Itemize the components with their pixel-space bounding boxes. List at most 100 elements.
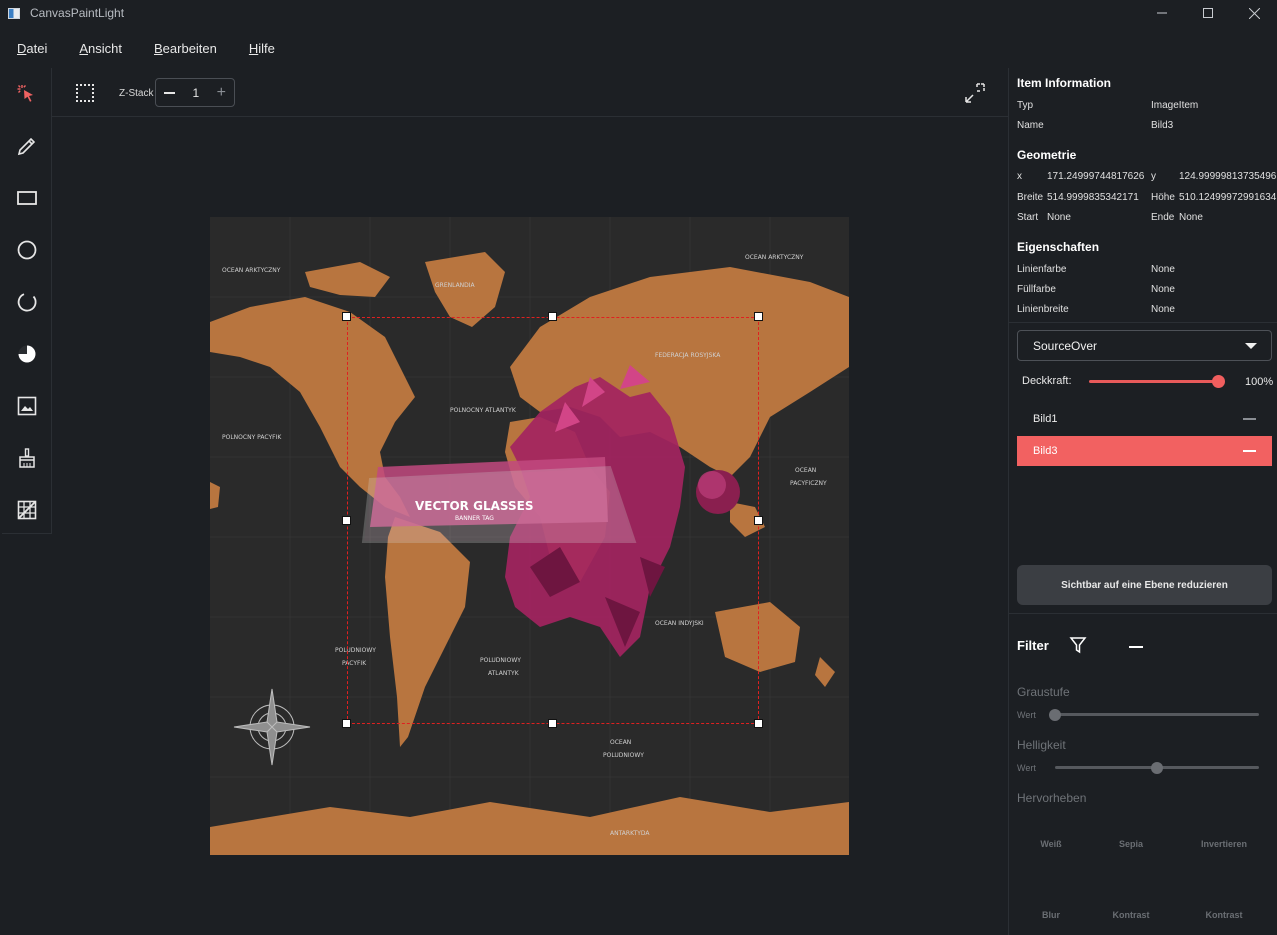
menu-datei[interactable]: Datei xyxy=(17,41,47,56)
resize-handle-se[interactable] xyxy=(754,719,763,728)
zstack-stepper[interactable]: 1 + xyxy=(155,78,235,107)
pie-icon[interactable] xyxy=(2,328,51,380)
divider xyxy=(1009,322,1277,323)
filter-icon[interactable] xyxy=(1069,636,1087,654)
svg-text:POLUDNIOWY: POLUDNIOWY xyxy=(603,752,644,759)
graustufe-slider-handle[interactable] xyxy=(1049,709,1061,721)
typ-value: ImageItem xyxy=(1151,100,1199,111)
rectangle-icon[interactable] xyxy=(2,172,51,224)
breite-label: Breite xyxy=(1017,192,1044,203)
resize-handle-nw[interactable] xyxy=(342,312,351,321)
linienbreite-value: None xyxy=(1151,304,1175,315)
flatten-visible-button[interactable]: Sichtbar auf eine Ebene reduzieren xyxy=(1017,565,1272,605)
window-controls xyxy=(1139,0,1277,26)
opacity-label: Deckkraft: xyxy=(1022,375,1072,387)
blend-mode-select[interactable]: SourceOver xyxy=(1017,330,1272,361)
selection-rect-icon[interactable] xyxy=(76,84,94,102)
banner-subtitle: BANNER TAG xyxy=(455,515,494,522)
circle-icon[interactable] xyxy=(2,224,51,276)
weiss-filter-button[interactable]: Weiß xyxy=(1011,839,1091,849)
grid-erase-icon[interactable] xyxy=(2,484,51,536)
svg-text:POLNOCNY ATLANTYK: POLNOCNY ATLANTYK xyxy=(450,407,517,414)
resize-handle-ne[interactable] xyxy=(754,312,763,321)
svg-text:PACYFICZNY: PACYFICZNY xyxy=(790,480,827,487)
window-title: CanvasPaintLight xyxy=(30,6,125,20)
svg-text:POLNOCNY PACYFIK: POLNOCNY PACYFIK xyxy=(222,434,282,441)
maximize-icon[interactable] xyxy=(1185,0,1231,26)
canvas-toolbar: Z-Stack 1 + xyxy=(52,68,1008,117)
linienfarbe-label: Linienfarbe xyxy=(1017,264,1067,275)
opacity-slider-track[interactable] xyxy=(1089,380,1219,383)
resize-handle-e[interactable] xyxy=(754,516,763,525)
x-label: x xyxy=(1017,171,1022,182)
contrast-filter-button-2[interactable]: Kontrast xyxy=(1184,910,1264,920)
graustufe-label: Graustufe xyxy=(1017,685,1070,699)
start-label: Start xyxy=(1017,212,1039,223)
fuellfarbe-label: Füllfarbe xyxy=(1017,284,1056,295)
svg-text:POLUDNIOWY: POLUDNIOWY xyxy=(480,657,521,664)
zstack-value[interactable]: 1 xyxy=(192,86,199,100)
svg-text:ANTARKTYDA: ANTARKTYDA xyxy=(610,830,650,837)
remove-layer-icon[interactable] xyxy=(1243,418,1256,420)
opacity-value: 100% xyxy=(1245,376,1274,388)
select-pointer-icon[interactable] xyxy=(2,68,51,120)
contrast-filter-button[interactable]: Kontrast xyxy=(1091,910,1171,920)
svg-text:FEDERACJA ROSYJSKA: FEDERACJA ROSYJSKA xyxy=(655,352,721,359)
svg-text:POLUDNIOWY: POLUDNIOWY xyxy=(335,647,376,654)
breite-value: 514.9999835342171 xyxy=(1047,192,1139,203)
menu-bearbeiten[interactable]: Bearbeiten xyxy=(154,41,217,56)
minimize-icon[interactable] xyxy=(1139,0,1185,26)
pencil-icon[interactable] xyxy=(2,120,51,172)
chevron-down-icon xyxy=(1245,342,1257,349)
opacity-slider-handle[interactable] xyxy=(1212,375,1225,388)
layer-name: Bild1 xyxy=(1033,413,1058,425)
brush-icon[interactable] xyxy=(2,432,51,484)
sepia-filter-button[interactable]: Sepia xyxy=(1091,839,1171,849)
hoehe-value: 510.12499972991634 xyxy=(1179,192,1277,203)
y-value: 124.99999813735496 xyxy=(1179,171,1277,182)
layer-item[interactable]: Bild1 xyxy=(1017,404,1272,434)
eigenschaften-title: Eigenschaften xyxy=(1017,240,1100,254)
svg-text:OCEAN ARKTYCZNY: OCEAN ARKTYCZNY xyxy=(745,254,804,261)
geometrie-title: Geometrie xyxy=(1017,148,1077,162)
helligkeit-wert-label: Wert xyxy=(1017,763,1036,773)
helligkeit-label: Helligkeit xyxy=(1017,738,1066,752)
svg-text:GRENLANDIA: GRENLANDIA xyxy=(435,282,476,289)
layer-item-active[interactable]: Bild3 xyxy=(1017,436,1272,466)
fit-view-icon[interactable] xyxy=(964,82,986,104)
zstack-label: Z-Stack xyxy=(119,88,154,99)
canvas-area[interactable]: OCEAN ARKTYCZNY OCEAN ARKTYCZNY POLNOCNY… xyxy=(52,118,1008,935)
decrement-icon[interactable] xyxy=(164,91,175,94)
close-icon[interactable] xyxy=(1231,0,1277,26)
item-info-title: Item Information xyxy=(1017,76,1112,90)
increment-icon[interactable]: + xyxy=(217,84,226,101)
properties-sidebar: Item Information Typ ImageItem Name Bild… xyxy=(1008,68,1277,935)
resize-handle-w[interactable] xyxy=(342,516,351,525)
linienfarbe-value: None xyxy=(1151,264,1175,275)
x-value: 171.24999744817626 xyxy=(1047,171,1145,182)
ende-label: Ende xyxy=(1151,212,1175,223)
fuellfarbe-value: None xyxy=(1151,284,1175,295)
typ-label: Typ xyxy=(1017,100,1034,111)
title-bar: CanvasPaintLight xyxy=(0,0,1277,26)
name-value: Bild3 xyxy=(1151,120,1174,131)
remove-layer-icon[interactable] xyxy=(1243,450,1256,452)
menu-ansicht[interactable]: Ansicht xyxy=(79,41,122,56)
linienbreite-label: Linienbreite xyxy=(1017,304,1069,315)
arc-icon[interactable] xyxy=(2,276,51,328)
resize-handle-n[interactable] xyxy=(548,312,557,321)
app-icon xyxy=(8,7,20,19)
blur-filter-button[interactable]: Blur xyxy=(1011,910,1091,920)
resize-handle-s[interactable] xyxy=(548,719,557,728)
helligkeit-slider-handle[interactable] xyxy=(1151,762,1163,774)
collapse-filter-icon[interactable] xyxy=(1129,646,1143,648)
graustufe-wert-label: Wert xyxy=(1017,710,1036,720)
resize-handle-sw[interactable] xyxy=(342,719,351,728)
menu-hilfe[interactable]: Hilfe xyxy=(249,41,275,56)
svg-text:OCEAN ARKTYCZNY: OCEAN ARKTYCZNY xyxy=(222,267,281,274)
layer-name: Bild3 xyxy=(1033,445,1058,457)
image-icon[interactable] xyxy=(2,380,51,432)
invert-filter-button[interactable]: Invertieren xyxy=(1184,839,1264,849)
hoehe-label: Höhe xyxy=(1151,192,1175,203)
graustufe-slider-track[interactable] xyxy=(1055,713,1259,716)
